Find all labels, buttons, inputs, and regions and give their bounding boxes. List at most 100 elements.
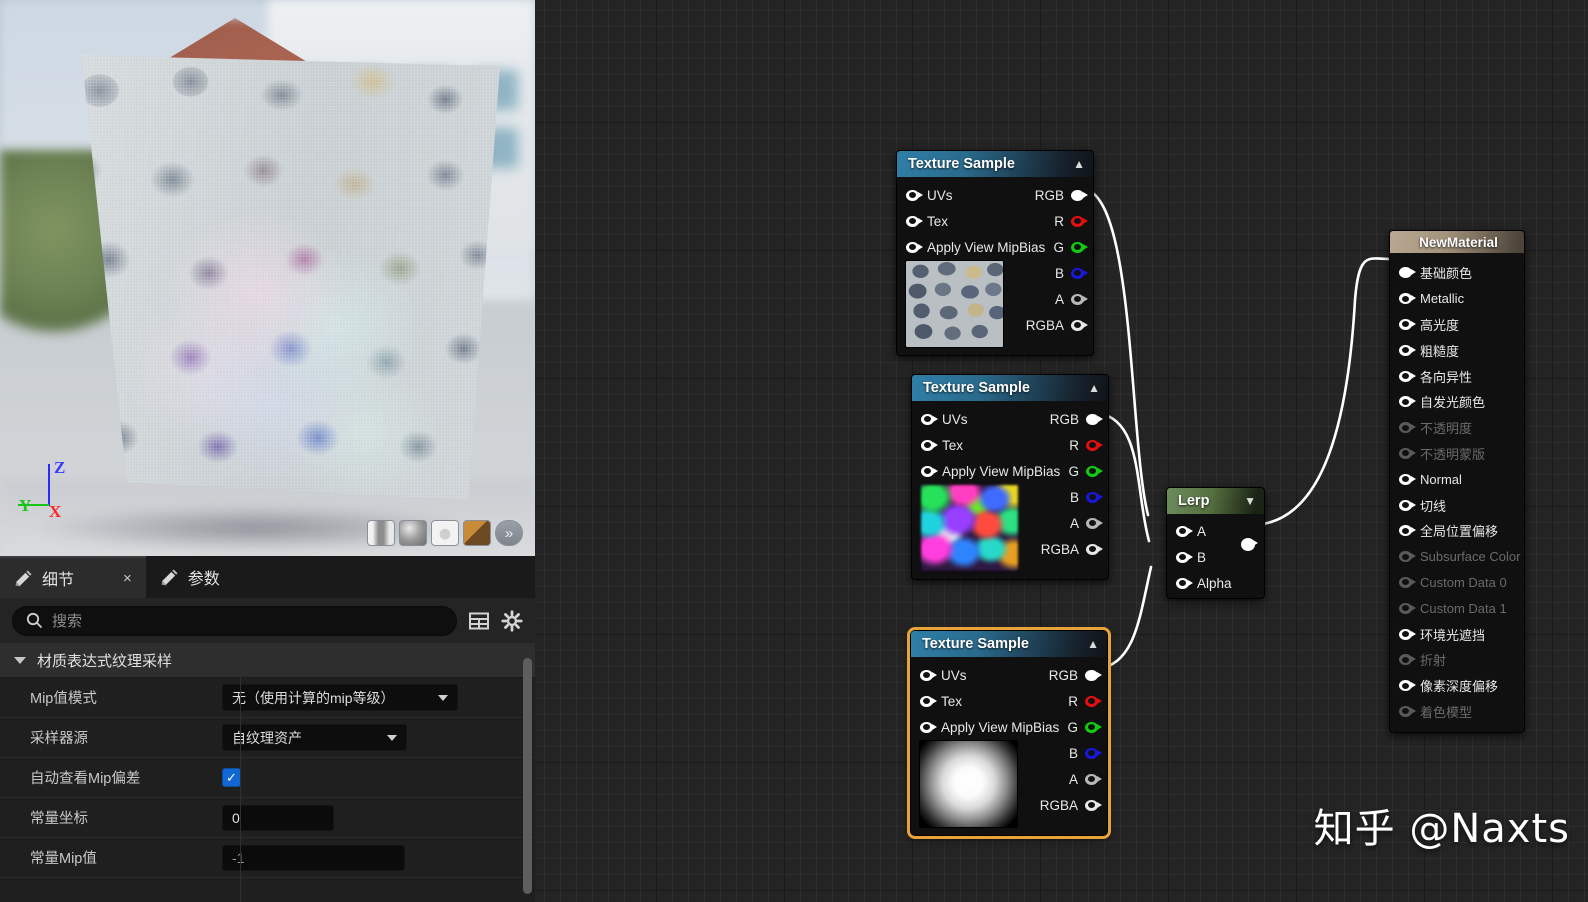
- tab-parameters[interactable]: 参数: [146, 556, 234, 598]
- output-pin-b[interactable]: [1071, 267, 1088, 279]
- material-input-pin[interactable]: [1399, 370, 1416, 382]
- material-pin-row[interactable]: 折射: [1390, 647, 1524, 673]
- material-pin-row[interactable]: Custom Data 1: [1390, 595, 1524, 621]
- output-pin-rgba[interactable]: [1085, 799, 1102, 811]
- output-pin-rgb[interactable]: [1086, 413, 1103, 425]
- output-pin-b[interactable]: [1085, 747, 1102, 759]
- material-input-pin[interactable]: [1399, 602, 1416, 614]
- material-input-pin[interactable]: [1399, 628, 1416, 640]
- output-pin-g[interactable]: [1071, 241, 1088, 253]
- material-pin-row[interactable]: Metallic: [1390, 286, 1524, 312]
- output-pin-a[interactable]: [1086, 517, 1103, 529]
- output-pin-g[interactable]: [1085, 721, 1102, 733]
- material-pin-row[interactable]: 切线: [1390, 492, 1524, 518]
- material-pin-row[interactable]: 高光度: [1390, 312, 1524, 338]
- material-pin-row[interactable]: 全局位置偏移: [1390, 518, 1524, 544]
- tab-details[interactable]: 细节 ×: [0, 556, 146, 598]
- material-pin-row[interactable]: 不透明蒙版: [1390, 441, 1524, 467]
- material-input-pin[interactable]: [1399, 680, 1416, 692]
- output-pin-rgb[interactable]: [1071, 189, 1088, 201]
- node-output-row[interactable]: G: [912, 458, 1108, 484]
- material-pin-row[interactable]: 像素深度偏移: [1390, 673, 1524, 699]
- node-output-row[interactable]: R: [897, 208, 1093, 234]
- output-pin-rgba[interactable]: [1071, 319, 1088, 331]
- output-pin-rgb[interactable]: [1085, 669, 1102, 681]
- input-pin-b[interactable]: [1176, 551, 1193, 563]
- node-output-row[interactable]: G: [897, 234, 1093, 260]
- node-header[interactable]: NewMaterial: [1390, 231, 1524, 253]
- material-input-pin[interactable]: [1399, 318, 1416, 330]
- node-output-row[interactable]: R: [912, 432, 1108, 458]
- node-header[interactable]: Texture Sample ▲: [897, 151, 1093, 177]
- texture-sample-mask[interactable]: Texture Sample ▲ UVs Tex Apply View MipB…: [907, 627, 1111, 839]
- material-pin-row[interactable]: 着色模型: [1390, 699, 1524, 725]
- material-input-pin[interactable]: [1399, 551, 1416, 563]
- material-pin-row[interactable]: 不透明度: [1390, 415, 1524, 441]
- material-input-pin[interactable]: [1399, 293, 1416, 305]
- cylinder-preview-button[interactable]: [367, 520, 395, 546]
- texture-sample-noise[interactable]: Texture Sample ▲ UVs Tex Apply View MipB…: [911, 374, 1109, 580]
- node-input-row[interactable]: Alpha: [1167, 570, 1264, 596]
- node-output-row[interactable]: RGB: [912, 406, 1108, 432]
- material-input-pin[interactable]: [1399, 525, 1416, 537]
- node-header[interactable]: Texture Sample ▲: [911, 631, 1107, 657]
- node-output-row[interactable]: RGB: [897, 182, 1093, 208]
- material-input-pin[interactable]: [1399, 499, 1416, 511]
- material-input-pin[interactable]: [1399, 267, 1416, 279]
- chevron-up-icon[interactable]: ▲: [1087, 637, 1099, 651]
- details-scrollbar[interactable]: [523, 658, 532, 894]
- section-header-texture-sample[interactable]: 材质表达式纹理采样: [0, 643, 535, 678]
- lerp-node[interactable]: Lerp ▼ A B Alpha: [1166, 487, 1265, 599]
- material-graph-canvas[interactable]: Texture Sample ▲ UVs Tex Apply View MipB…: [535, 0, 1588, 902]
- plane-preview-button[interactable]: [431, 520, 459, 546]
- chevron-down-icon[interactable]: ▼: [1244, 494, 1256, 508]
- output-pin-rgba[interactable]: [1086, 543, 1103, 555]
- input-pin-a[interactable]: [1176, 525, 1193, 537]
- node-header[interactable]: Lerp ▼: [1167, 488, 1264, 514]
- chevron-up-icon[interactable]: ▲: [1088, 381, 1100, 395]
- tab-details-close-icon[interactable]: ×: [123, 570, 132, 587]
- node-header[interactable]: Texture Sample ▲: [912, 375, 1108, 401]
- const-coordinate-input[interactable]: 0: [222, 804, 334, 831]
- output-pin-r[interactable]: [1086, 439, 1103, 451]
- material-preview-viewport[interactable]: Z Y X »: [0, 0, 535, 556]
- output-pin-r[interactable]: [1071, 215, 1088, 227]
- mip-value-mode-dropdown[interactable]: 无（使用计算的mip等级）: [222, 684, 458, 711]
- material-input-pin[interactable]: [1399, 422, 1416, 434]
- table-icon[interactable]: [468, 610, 490, 632]
- output-pin-a[interactable]: [1071, 293, 1088, 305]
- node-output-row[interactable]: G: [911, 714, 1107, 740]
- material-input-pin[interactable]: [1399, 473, 1416, 485]
- node-output-row[interactable]: RGB: [911, 662, 1107, 688]
- output-pin-b[interactable]: [1086, 491, 1103, 503]
- chevron-up-icon[interactable]: ▲: [1073, 157, 1085, 171]
- material-pin-row[interactable]: 粗糙度: [1390, 337, 1524, 363]
- material-input-pin[interactable]: [1399, 654, 1416, 666]
- auto-view-mip-bias-checkbox[interactable]: ✓: [222, 768, 241, 787]
- material-input-pin[interactable]: [1399, 705, 1416, 717]
- output-pin-r[interactable]: [1085, 695, 1102, 707]
- node-output-row[interactable]: R: [911, 688, 1107, 714]
- new-material-output[interactable]: NewMaterial 基础颜色 Metallic 高光度 粗糙度 各向异性 自发光颜色不…: [1389, 230, 1525, 734]
- preview-shape-toolbar[interactable]: »: [367, 520, 523, 546]
- texture-thumbnail-radial[interactable]: [919, 740, 1018, 828]
- cube-preview-button[interactable]: [463, 520, 491, 546]
- material-pin-row[interactable]: 基础颜色: [1390, 260, 1524, 286]
- texture-sample-cobble[interactable]: Texture Sample ▲ UVs Tex Apply View MipB…: [896, 150, 1094, 356]
- gear-icon[interactable]: [501, 609, 523, 632]
- const-mip-value-input[interactable]: -1: [222, 844, 405, 871]
- preview-mesh-plane[interactable]: [81, 55, 500, 500]
- material-input-pin[interactable]: [1399, 396, 1416, 408]
- search-input[interactable]: 搜索: [12, 605, 457, 636]
- details-column-splitter[interactable]: [240, 649, 241, 902]
- material-pin-row[interactable]: Normal: [1390, 466, 1524, 492]
- material-pin-row[interactable]: Subsurface Color: [1390, 544, 1524, 570]
- sampler-source-dropdown[interactable]: 自纹理资产: [222, 724, 407, 751]
- output-pin-g[interactable]: [1086, 465, 1103, 477]
- material-input-pin[interactable]: [1399, 344, 1416, 356]
- sphere-preview-button[interactable]: [399, 520, 427, 546]
- material-pin-row[interactable]: 自发光颜色: [1390, 389, 1524, 415]
- output-pin-result[interactable]: [1241, 538, 1258, 551]
- material-pin-row[interactable]: 各向异性: [1390, 363, 1524, 389]
- texture-thumbnail-cobble[interactable]: [905, 260, 1004, 348]
